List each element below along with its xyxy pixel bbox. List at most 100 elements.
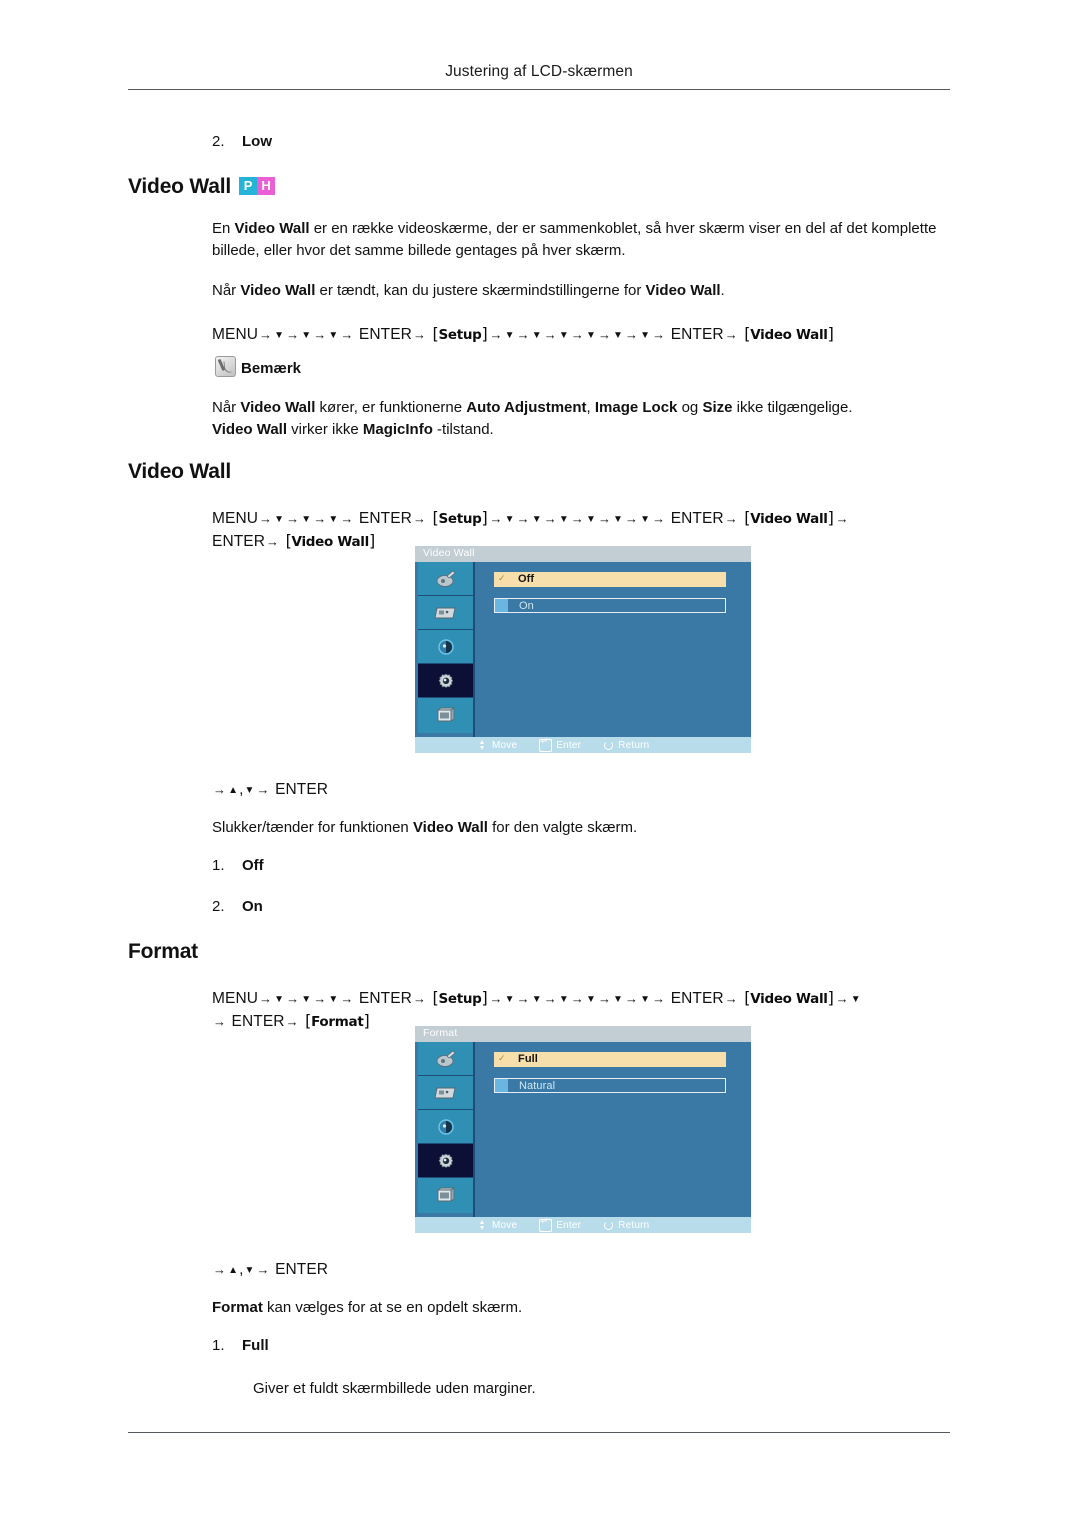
display-icon — [433, 607, 456, 618]
note-line-2: Video Wall virker ikke MagicInfo -tilsta… — [212, 419, 494, 441]
osd-title: Format — [423, 1027, 458, 1039]
osd-footer-label: Enter — [556, 1219, 582, 1231]
osd-footer: Move Enter Return — [415, 1216, 751, 1233]
list-item-number: 1. — [212, 857, 225, 874]
menu-path-format-cont: → ENTER→ [Format] — [212, 1007, 370, 1036]
list-item-label: Low — [242, 133, 272, 150]
text-run: Når — [212, 399, 241, 416]
menu-key-label: MENU — [212, 326, 259, 343]
osd-footer-label: Move — [492, 739, 518, 751]
osd-option-label: Off — [518, 573, 535, 585]
enter-key-label: ENTER — [212, 533, 266, 550]
keycap-setup: [Setup] — [432, 988, 488, 1007]
footer-rule — [128, 1432, 950, 1433]
menu-key-label: MENU — [212, 510, 259, 527]
osd-titlebar: Format — [415, 1026, 751, 1042]
osd-footer-enter: Enter — [539, 736, 581, 752]
multicontrol-icon — [436, 706, 455, 722]
note-label: Bemærk — [241, 360, 302, 377]
text-run-bold: Video Wall — [240, 282, 316, 299]
list-item-number: 2. — [212, 133, 225, 150]
list-item: 2. On — [212, 898, 263, 915]
setup-gear-icon — [438, 673, 453, 688]
text-run: , — [586, 399, 595, 416]
osd-option-row[interactable]: On — [494, 598, 726, 613]
text-run: er en række videoskærme, der er sammenko… — [212, 220, 937, 259]
text-run: kører, er funktionerne — [315, 399, 467, 416]
text-run-bold: MagicInfo — [362, 421, 433, 438]
enter-icon — [539, 736, 553, 752]
picture-icon — [436, 1049, 456, 1067]
move-icon — [477, 739, 488, 751]
osd-sidebar-item-setup[interactable] — [418, 664, 473, 698]
enter-key-label: ENTER — [275, 781, 329, 798]
osd-sidebar-item-setup[interactable] — [418, 1144, 473, 1178]
text-run: er tændt, kan du justere skærmindstillin… — [315, 282, 646, 299]
option-marker — [495, 599, 508, 612]
osd-option-list: ✓ Off On — [494, 572, 726, 613]
enter-key-label: ENTER — [231, 1013, 285, 1030]
page-running-header: Justering af LCD-skærmen — [445, 63, 633, 80]
osd-sidebar-item-sound[interactable] — [418, 630, 473, 664]
osd-sidebar — [418, 562, 475, 737]
check-icon: ✓ — [498, 1053, 506, 1063]
paragraph-videowall-intro: En Video Wall er en række videoskærme, d… — [212, 218, 954, 262]
option-marker — [495, 1079, 508, 1092]
text-run: . — [720, 282, 725, 299]
list-item: 1. Full — [212, 1337, 269, 1354]
osd-footer-enter: Enter — [539, 1216, 582, 1232]
keycap-videowall: [Video Wall] — [744, 508, 834, 527]
page-title-videowall-2: Video Wall — [128, 460, 232, 483]
enter-key-label: ENTER — [670, 326, 724, 343]
osd-option-row[interactable]: Natural — [494, 1078, 726, 1093]
document-page: Justering af LCD-skærmen 2. Low Video Wal… — [0, 0, 1080, 1527]
enter-key-label: ENTER — [670, 990, 724, 1007]
list-item: 1. Off — [212, 857, 264, 874]
osd-footer: Move Enter Return — [415, 736, 751, 753]
osd-body: ✓ Full Natural — [415, 1042, 751, 1217]
text-run-bold: Video Wall — [645, 282, 721, 299]
osd-title: Video Wall — [423, 547, 475, 559]
page-title-videowall: Video Wall P H — [128, 172, 276, 199]
sub-description-format: Giver et fuldt skærmbillede uden margine… — [253, 1380, 536, 1397]
osd-option-label: Full — [518, 1053, 538, 1065]
osd-sidebar-item-display[interactable] — [418, 1076, 473, 1110]
list-item: 2. Low — [212, 133, 272, 150]
osd-footer-label: Return — [618, 1219, 650, 1231]
text-run-bold: Image Lock — [594, 399, 678, 416]
osd-screenshot-format: Format ✓ Full Natural Move ↵ Enter Retur… — [415, 1026, 751, 1233]
osd-sidebar-item-sound[interactable] — [418, 1110, 473, 1144]
osd-sidebar — [418, 1042, 475, 1217]
keycap-setup: [Setup] — [432, 324, 488, 343]
osd-option-list: ✓ Full Natural — [494, 1052, 726, 1093]
keycap-videowall: [Video Wall] — [744, 324, 834, 343]
osd-sidebar-item-display[interactable] — [418, 596, 473, 630]
keycap-videowall: [Video Wall] — [285, 531, 376, 550]
list-item-label: On — [242, 898, 263, 915]
osd-sidebar-item-picture[interactable] — [418, 562, 473, 596]
text-run-bold: Video Wall — [212, 421, 288, 438]
multicontrol-icon — [436, 1186, 455, 1202]
paragraph-videowall-on: Når Video Wall er tændt, kan du justere … — [212, 280, 725, 302]
text-run: En — [212, 220, 235, 237]
badge-h-icon: H — [257, 177, 276, 195]
enter-icon — [539, 1216, 553, 1232]
osd-option-row[interactable]: ✓ Off — [494, 572, 726, 587]
menu-path-videowall-2-cont: ENTER→ [Video Wall] — [212, 527, 376, 556]
keycap-videowall: [Video Wall] — [744, 988, 834, 1007]
display-icon — [433, 1087, 456, 1098]
move-icon — [477, 1219, 488, 1231]
text-run-bold: Video Wall — [412, 819, 488, 836]
osd-sidebar-item-picture[interactable] — [418, 1042, 473, 1076]
osd-sidebar-item-multicontrol[interactable] — [418, 698, 473, 733]
osd-option-row[interactable]: ✓ Full — [494, 1052, 726, 1067]
text-run-bold: Format — [212, 1299, 263, 1316]
enter-key-label: ENTER — [358, 326, 412, 343]
page-title-format: Format — [128, 940, 198, 963]
text-run: kan vælges for at se en opdelt skærm. — [262, 1299, 523, 1316]
osd-sidebar-item-multicontrol[interactable] — [418, 1178, 473, 1213]
text-run: og — [677, 399, 703, 416]
osd-footer-return: Return — [603, 1220, 649, 1231]
list-item-number: 1. — [212, 1337, 225, 1354]
setup-gear-icon — [438, 1153, 453, 1168]
